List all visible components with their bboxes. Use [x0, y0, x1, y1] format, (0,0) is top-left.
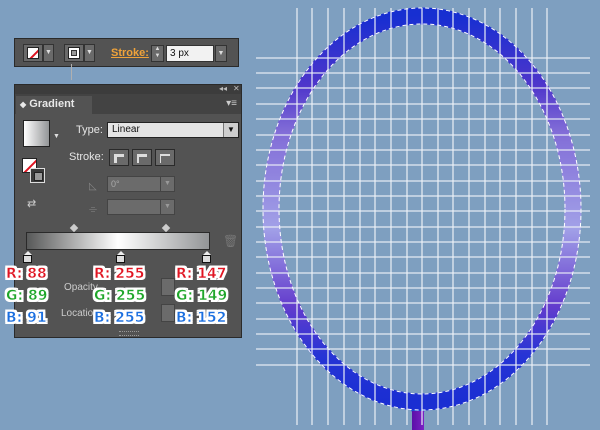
stroke-weight-input[interactable]: 3 px — [166, 45, 214, 62]
collapse-icon[interactable]: ◂◂ — [219, 84, 227, 93]
location-input[interactable] — [161, 304, 175, 322]
tab-gradient[interactable]: ◆ Gradient — [16, 96, 92, 114]
tab-gradient-label: Gradient — [29, 98, 75, 110]
panel-tab-row: ◆ Gradient ▾≡ — [15, 94, 241, 114]
stop1-red-value: R: 88 — [6, 266, 47, 283]
midpoint-diamond-1[interactable] — [69, 223, 79, 233]
stop2-blue-value: B: 255 — [94, 310, 145, 327]
gradient-preview-swatch[interactable] — [23, 120, 50, 147]
type-select[interactable]: Linear ▼ — [107, 122, 239, 138]
racket-strings-horizontal — [256, 57, 590, 366]
stroke-swatch-icon — [68, 47, 80, 59]
aspect-dropdown-arrow[interactable]: ▼ — [160, 200, 174, 214]
angle-value: 0° — [111, 179, 120, 189]
control-bar: ▼ ▼ Stroke: ▲ ▼ 3 px ▼ — [14, 38, 239, 67]
stroke-gradient-icon — [30, 168, 45, 183]
aspect-ratio-icon: ⌯ — [89, 204, 97, 215]
stroke-weight-stepper[interactable]: ▲ ▼ — [151, 45, 164, 62]
type-select-value: Linear — [112, 124, 140, 135]
stop3-green-value: G: 149 — [176, 288, 228, 305]
angle-input[interactable]: 0° ▼ — [107, 176, 175, 192]
stop3-blue-value: B: 152 — [176, 310, 227, 327]
opacity-input[interactable] — [161, 278, 175, 296]
fill-swatch-button[interactable] — [23, 44, 43, 62]
midpoint-diamond-2[interactable] — [161, 223, 171, 233]
stop3-red-value: R: 147 — [176, 266, 227, 283]
gradient-slider[interactable] — [26, 232, 210, 250]
stop2-red-value: R: 255 — [94, 266, 145, 283]
gradient-preset-dropdown[interactable]: ▼ — [53, 133, 60, 140]
angle-dropdown-arrow[interactable]: ▼ — [160, 177, 174, 191]
stop2-green-value: G: 255 — [94, 288, 146, 305]
stroke-dropdown-arrow[interactable]: ▼ — [84, 44, 95, 62]
type-label: Type: — [76, 124, 103, 136]
panel-connector-line — [71, 64, 72, 80]
stroke-within-button[interactable] — [109, 149, 129, 166]
gradient-stop-2[interactable] — [116, 251, 126, 263]
stop1-blue-value: B: 91 — [6, 310, 47, 327]
reverse-gradient-icon[interactable]: ⇄ — [27, 197, 36, 210]
none-swatch-icon — [27, 47, 39, 59]
tab-toggle-icon: ◆ — [20, 100, 27, 109]
panel-title-bar[interactable]: ◂◂ ✕ — [15, 84, 241, 94]
panel-menu-icon[interactable]: ▾≡ — [226, 98, 237, 109]
gradient-stop-3[interactable] — [202, 251, 212, 263]
stop1-green-value: G: 89 — [6, 288, 48, 305]
panel-resize-grip[interactable] — [119, 331, 139, 336]
trash-icon[interactable]: 🗑 — [223, 234, 238, 248]
opacity-label: Opacity — [64, 282, 98, 293]
stroke-weight-dropdown[interactable]: ▼ — [215, 45, 227, 62]
gradient-stop-1[interactable] — [23, 251, 33, 263]
angle-icon: ◺ — [89, 181, 97, 192]
stroke-swatch-button[interactable] — [64, 44, 84, 62]
fill-stroke-icon[interactable] — [22, 158, 46, 185]
fill-dropdown-arrow[interactable]: ▼ — [43, 44, 54, 62]
aspect-ratio-input[interactable]: ▼ — [107, 199, 175, 215]
close-icon[interactable]: ✕ — [233, 84, 240, 93]
chevron-down-icon: ▼ — [223, 123, 238, 137]
stroke-along-button[interactable] — [132, 149, 152, 166]
stroke-panel-link[interactable]: Stroke: — [111, 47, 149, 59]
stroke-across-button[interactable] — [155, 149, 175, 166]
stroke-label: Stroke: — [69, 151, 104, 163]
